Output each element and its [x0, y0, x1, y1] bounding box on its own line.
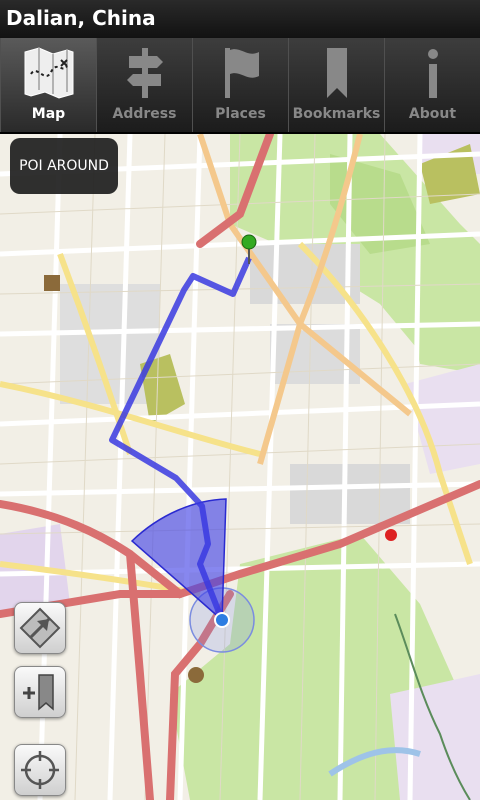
tab-label: Address	[112, 106, 177, 122]
bookmark-icon	[327, 48, 347, 98]
tab-bar: Map Address Places Bookmarks About	[0, 38, 480, 134]
tab-places[interactable]: Places	[192, 38, 288, 132]
locate-icon	[21, 751, 59, 789]
place-marker-icon[interactable]	[188, 667, 204, 683]
info-icon	[428, 49, 438, 98]
app-title: Dalian, China	[6, 6, 156, 30]
poi-marker-icon[interactable]	[385, 529, 397, 541]
locate-button[interactable]	[14, 744, 66, 796]
poi-around-button[interactable]: POI AROUND	[10, 138, 118, 194]
map-view[interactable]	[0, 134, 480, 800]
add-bookmark-icon	[23, 674, 54, 711]
current-location-icon[interactable]	[214, 612, 230, 628]
tab-label: About	[408, 106, 457, 122]
tab-about[interactable]: About	[384, 38, 480, 132]
flag-icon	[225, 48, 259, 98]
tab-label: Places	[215, 106, 266, 122]
add-bookmark-button[interactable]	[14, 666, 66, 718]
tab-map[interactable]: Map	[0, 38, 96, 132]
tab-label: Bookmarks	[292, 106, 381, 122]
tab-label: Map	[31, 106, 66, 122]
map-icon	[24, 47, 74, 99]
building-block	[290, 464, 410, 524]
compass-icon	[19, 607, 61, 649]
compass-button[interactable]	[14, 602, 66, 654]
title-bar: Dalian, China	[0, 0, 480, 38]
place-marker-icon[interactable]	[44, 275, 60, 291]
zone-area	[390, 674, 480, 800]
signpost-icon	[127, 48, 163, 98]
tab-address[interactable]: Address	[96, 38, 192, 132]
destination-pin-icon[interactable]	[241, 234, 257, 250]
tab-bookmarks[interactable]: Bookmarks	[288, 38, 384, 132]
map-canvas[interactable]	[0, 134, 480, 800]
